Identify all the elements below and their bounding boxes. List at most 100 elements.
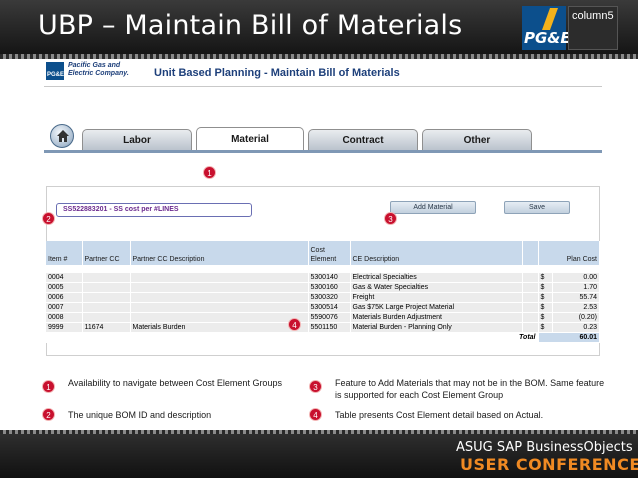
cell-spacer xyxy=(522,282,539,293)
cell-item: 0005 xyxy=(46,282,83,293)
home-icon-door xyxy=(62,138,64,142)
badge-3: 3 xyxy=(384,212,397,225)
tab-labor[interactable]: Labor xyxy=(82,129,192,151)
col-plan-cost: Plan Cost xyxy=(538,241,600,265)
cell-cost-element: 5300514 xyxy=(308,302,351,313)
cell-partner-cc-desc xyxy=(130,272,309,283)
badge-2: 2 xyxy=(42,212,55,225)
cell-spacer xyxy=(522,312,539,323)
cell-partner-cc xyxy=(82,272,131,283)
cell-spacer xyxy=(522,292,539,303)
col-partner-cc-desc: Partner CC Description xyxy=(130,241,309,265)
tab-other[interactable]: Other xyxy=(422,129,532,151)
cost-element-table: Item # Partner CC Partner CC Description… xyxy=(46,241,600,343)
app-logo: PG&E xyxy=(46,62,64,80)
table-row[interactable]: 9999 11674 Materials Burden 5501150 Material… xyxy=(46,322,600,333)
cell-ce-description: Material Burden - Planning Only xyxy=(350,322,523,333)
cell-item: 0004 xyxy=(46,272,83,283)
add-material-button[interactable]: Add Material xyxy=(390,201,476,214)
table-body: 0004 5300140 Electrical Specialties $0.00 00… xyxy=(46,265,600,343)
cell-partner-cc-desc xyxy=(130,312,309,323)
col-spacer xyxy=(522,241,539,265)
cell-partner-cc xyxy=(82,292,131,303)
col-item: Item # xyxy=(46,241,83,265)
cell-plan-cost: 55.74 xyxy=(552,292,600,303)
table-row[interactable]: 0008 5590076 Materials Burden Adjustment $(… xyxy=(46,312,600,323)
column5-logo-text: column5 xyxy=(572,10,614,22)
legend-item-1: Availability to navigate between Cost El… xyxy=(68,378,282,388)
total-label: Total xyxy=(46,332,539,343)
slide-title: UBP – Maintain Bill of Materials xyxy=(38,10,463,41)
table-spacer xyxy=(46,265,600,273)
cell-item: 0008 xyxy=(46,312,83,323)
tab-contract[interactable]: Contract xyxy=(308,129,418,151)
cell-partner-cc-desc: Materials Burden xyxy=(130,322,309,333)
save-button[interactable]: Save xyxy=(504,201,570,214)
total-value: 60.01 xyxy=(538,332,600,343)
cell-spacer xyxy=(522,302,539,313)
cell-cost-element: 5590076 xyxy=(308,312,351,323)
legend-badge-1: 1 xyxy=(42,380,55,393)
badge-1: 1 xyxy=(203,166,216,179)
cell-partner-cc xyxy=(82,282,131,293)
cell-ce-description: Freight xyxy=(350,292,523,303)
col-cost-element: Cost Element xyxy=(308,241,351,265)
header-divider xyxy=(44,86,602,87)
table-row[interactable]: 0004 5300140 Electrical Specialties $0.00 xyxy=(46,272,600,283)
legend-item-4: Table presents Cost Element detail based… xyxy=(335,410,544,420)
pge-logo: PG&E xyxy=(522,6,571,50)
cell-plan-cost: 0.23 xyxy=(552,322,600,333)
cell-item: 9999 xyxy=(46,322,83,333)
cell-cost-element: 5300320 xyxy=(308,292,351,303)
tab-material[interactable]: Material xyxy=(196,127,304,151)
home-button[interactable] xyxy=(50,124,74,148)
cell-plan-cost: (0.20) xyxy=(552,312,600,323)
page-heading: Unit Based Planning - Maintain Bill of M… xyxy=(154,67,400,79)
legend-item-2: The unique BOM ID and description xyxy=(68,410,212,420)
cell-spacer xyxy=(522,272,539,283)
cell-item: 0006 xyxy=(46,292,83,303)
legend-badge-4: 4 xyxy=(309,408,322,421)
legend-badge-3: 3 xyxy=(309,380,322,393)
top-divider xyxy=(0,54,638,59)
cell-ce-description: Materials Burden Adjustment xyxy=(350,312,523,323)
cell-ce-description: Gas $75K Large Project Material xyxy=(350,302,523,313)
cell-spacer xyxy=(522,322,539,333)
cell-item: 0007 xyxy=(46,302,83,313)
legend-badge-2: 2 xyxy=(42,408,55,421)
company-line-1: Pacific Gas and xyxy=(68,62,121,69)
table-row[interactable]: 0007 5300514 Gas $75K Large Project Materi… xyxy=(46,302,600,313)
cell-currency: $ xyxy=(538,302,553,313)
table-row[interactable]: 0005 5300160 Gas & Water Specialties $1.70 xyxy=(46,282,600,293)
cell-partner-cc-desc xyxy=(130,302,309,313)
company-name: Pacific Gas and Electric Company. xyxy=(68,62,129,78)
cell-partner-cc xyxy=(82,302,131,313)
col-partner-cc: Partner CC xyxy=(82,241,131,265)
cell-ce-description: Gas & Water Specialties xyxy=(350,282,523,293)
pge-logo-text: PG&E xyxy=(524,29,571,47)
cell-ce-description: Electrical Specialties xyxy=(350,272,523,283)
cell-currency: $ xyxy=(538,292,553,303)
lightning-icon xyxy=(541,8,559,30)
app-screen: PG&E Pacific Gas and Electric Company. U… xyxy=(44,60,602,362)
bom-id-field[interactable]: SS522883201 - SS cost per #LINES xyxy=(56,203,252,217)
cell-plan-cost: 2.53 xyxy=(552,302,600,313)
company-line-2: Electric Company. xyxy=(68,70,129,77)
cell-partner-cc: 11674 xyxy=(82,322,131,333)
column5-logo: column5 xyxy=(568,6,618,50)
table-row[interactable]: 0006 5300320 Freight $55.74 xyxy=(46,292,600,303)
cell-cost-element: 5501150 xyxy=(308,322,351,333)
cell-partner-cc xyxy=(82,312,131,323)
cell-currency: $ xyxy=(538,322,553,333)
tab-strip-underline xyxy=(44,150,602,153)
table-total-row: Total 60.01 xyxy=(46,332,600,343)
cell-cost-element: 5300160 xyxy=(308,282,351,293)
cell-currency: $ xyxy=(538,282,553,293)
cell-currency: $ xyxy=(538,272,553,283)
table-header-row: Item # Partner CC Partner CC Description… xyxy=(46,241,600,265)
legend-item-3: Feature to Add Materials that may not be… xyxy=(335,378,605,400)
col-ce-description: CE Description xyxy=(350,241,523,265)
cell-partner-cc-desc xyxy=(130,282,309,293)
app-logo-text: PG&E xyxy=(47,72,65,78)
cell-plan-cost: 1.70 xyxy=(552,282,600,293)
